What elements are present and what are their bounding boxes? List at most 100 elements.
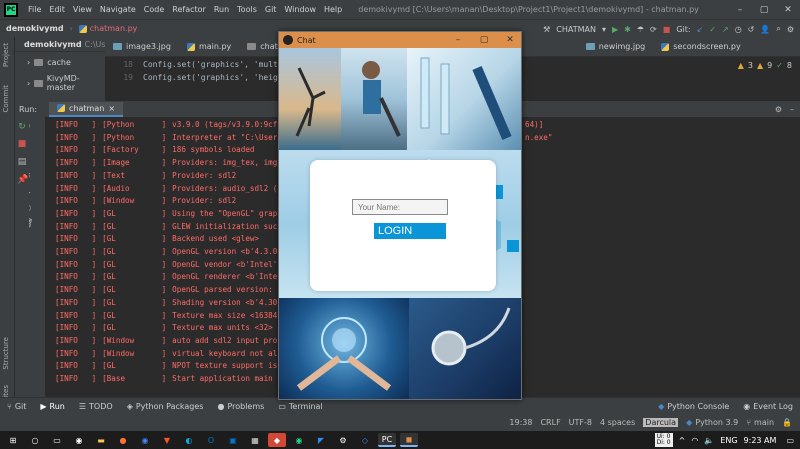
chat-titlebar[interactable]: Chat – ▢ ✕ [279,32,521,48]
structure-tool-tab[interactable]: Structure [2,337,10,370]
git-commit-icon[interactable]: ✓ [709,25,716,34]
name-input[interactable] [352,199,448,215]
menu-navigate[interactable]: Navigate [96,5,140,14]
todo-tab[interactable]: ☰ TODO [72,402,120,411]
tree-item-kivymd[interactable]: › KivyMD-master [27,74,105,92]
menu-view[interactable]: View [69,5,96,14]
run-tab[interactable]: ▶ Run [33,402,72,411]
calculator-icon[interactable]: ▦ [246,433,264,447]
close-icon[interactable]: ✕ [776,5,800,15]
terminal-tab[interactable]: ▭ Terminal [271,402,329,411]
tab-main[interactable]: main.py [179,37,239,57]
breadcrumb-project[interactable]: demokivymd [0,24,70,33]
log-source: [GL ] [102,234,167,244]
lock-icon[interactable]: 🔒 [782,418,792,427]
warning-count: 3 [747,61,753,70]
profile-icon[interactable]: ⟳ [650,25,657,34]
git-branch[interactable]: ⑂ main [746,418,774,427]
browser-icon[interactable]: ◉ [136,433,154,447]
maximize-icon[interactable]: ▢ [752,5,776,15]
language-indicator[interactable]: ENG [720,436,737,445]
windows-start-icon[interactable]: ⊞ [4,433,22,447]
app-icon[interactable]: ◉ [290,433,308,447]
chevron-down-icon[interactable]: ▾ [602,25,606,34]
stop-icon[interactable]: ■ [17,139,27,149]
layout-icon[interactable]: ▤ [17,157,27,167]
virtualbox-icon[interactable]: ◇ [356,433,374,447]
breadcrumb-file[interactable]: chatman.py [73,24,144,33]
file-encoding[interactable]: UTF-8 [569,418,592,427]
line-separator[interactable]: CRLF [540,418,560,427]
chrome-icon[interactable]: ◉ [70,433,88,447]
pycharm-taskbar-icon[interactable]: PC [378,433,396,447]
commit-tool-tab[interactable]: Commit [2,85,10,113]
tab-newimg[interactable]: newimg.jpg [578,37,654,57]
debug-icon[interactable]: ✱ [624,25,631,34]
settings-icon[interactable]: ⚙ [775,105,782,114]
python-packages-tab[interactable]: ◈ Python Packages [120,402,211,411]
menu-run[interactable]: Run [210,5,233,14]
settings-icon[interactable]: ⚙ [787,25,794,34]
menu-window[interactable]: Window [280,5,320,14]
run-icon[interactable]: ▶ [612,25,618,34]
run-config-select[interactable]: CHATMAN [556,25,596,34]
task-view-icon[interactable]: ▭ [48,433,66,447]
git-update-icon[interactable]: ↙ [697,25,704,34]
problems-tab[interactable]: ● Problems [210,402,271,411]
notification-icon[interactable]: ▭ [786,436,794,445]
minimize-icon[interactable]: – [728,5,752,15]
project-root-label[interactable]: demokivymd [24,40,82,49]
brave-icon[interactable]: ▼ [158,433,176,447]
menu-git[interactable]: Git [261,5,281,14]
wifi-icon[interactable]: ◠ [691,436,698,445]
search-icon[interactable]: ⌕ [776,24,780,34]
chat-minimize-icon[interactable]: – [449,32,467,48]
theme-badge[interactable]: Darcula [643,418,679,427]
hammer-icon[interactable]: ⚒ [543,25,550,34]
coverage-icon[interactable]: ☂ [637,25,644,34]
edge-icon[interactable]: ◐ [180,433,198,447]
login-button[interactable]: LOGIN [374,223,446,239]
history-icon[interactable]: ◷ [735,25,742,34]
event-log-tab[interactable]: ◉ Event Log [736,402,800,411]
settings-icon[interactable]: ⚙ [334,433,352,447]
git-push-icon[interactable]: ↗ [722,25,729,34]
interpreter[interactable]: ◆ Python 3.9 [686,418,738,427]
hide-panel-icon[interactable]: – [790,105,794,114]
python-console-tab[interactable]: ◆ Python Console [651,402,736,411]
git-tab[interactable]: ⑂ Git [0,402,33,411]
indent-setting[interactable]: 4 spaces [600,418,635,427]
close-icon[interactable]: × [108,104,115,113]
menu-code[interactable]: Code [140,5,168,14]
firefox-icon[interactable]: ● [114,433,132,447]
rollback-icon[interactable]: ↺ [748,25,755,34]
media-icon[interactable]: ◆ [268,433,286,447]
menu-help[interactable]: Help [320,5,346,14]
vscode-icon[interactable]: ◤ [312,433,330,447]
pin-icon[interactable]: 📌 [17,175,28,185]
file-explorer-icon[interactable]: ▬ [92,433,110,447]
tab-image3[interactable]: image3.jpg [105,37,179,57]
inspection-widget[interactable]: ▲ 3 ▲ 9 ✓ 8 [738,61,792,70]
tray-chevron-icon[interactable]: ^ [679,436,686,445]
menu-edit[interactable]: Edit [45,5,69,14]
search-icon[interactable]: ○ [26,433,44,447]
outlook-icon[interactable]: O [202,433,220,447]
stop-icon[interactable]: ■ [663,25,671,34]
tab-secondscreen[interactable]: secondscreen.py [653,37,748,57]
chat-close-icon[interactable]: ✕ [501,32,519,48]
menu-file[interactable]: File [24,5,45,14]
store-icon[interactable]: ▣ [224,433,242,447]
menu-refactor[interactable]: Refactor [168,5,210,14]
volume-icon[interactable]: 🔈 [704,436,714,445]
project-tool-tab[interactable]: Project [2,43,10,67]
caret-position[interactable]: 19:38 [509,418,532,427]
tree-item-cache[interactable]: › cache [27,58,71,67]
user-icon[interactable]: 👤 [760,25,770,34]
clock[interactable]: 9:23 AM [744,436,777,445]
menu-tools[interactable]: Tools [233,5,261,14]
run-tab-chatman[interactable]: chatman × [49,101,124,117]
rerun-icon[interactable]: ↻ [17,122,27,132]
kivy-taskbar-icon[interactable]: ◼ [400,433,418,447]
chat-maximize-icon[interactable]: ▢ [475,32,493,48]
